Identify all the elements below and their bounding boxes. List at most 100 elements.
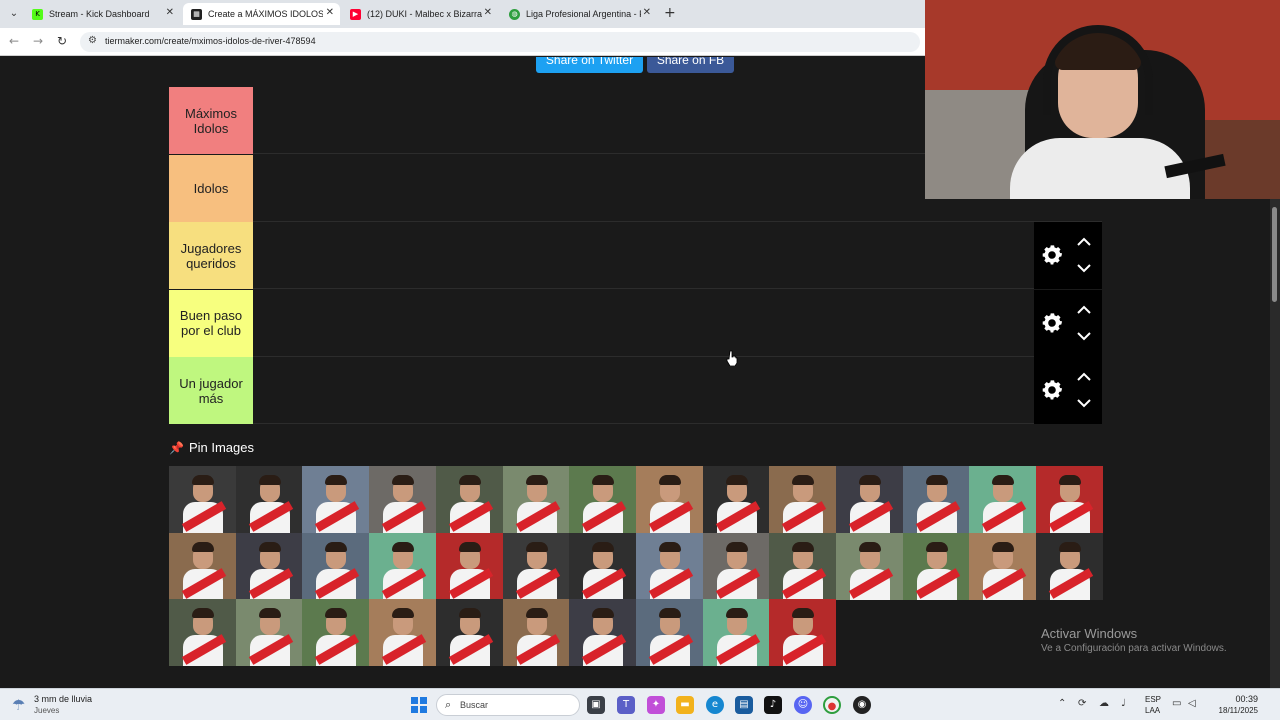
player-image[interactable] — [969, 466, 1037, 533]
player-image[interactable] — [635, 532, 703, 600]
windows-start-icon[interactable] — [411, 697, 427, 713]
copilot-icon[interactable]: ✦ — [647, 696, 665, 714]
player-image[interactable] — [235, 466, 303, 533]
player-image[interactable] — [836, 532, 903, 600]
file-explorer-icon[interactable]: ▬ — [676, 696, 694, 714]
player-image[interactable] — [902, 466, 970, 533]
url-field[interactable]: ⚙ tiermaker.com/create/mximos-idolos-de-… — [80, 32, 920, 52]
player-image[interactable] — [235, 532, 303, 600]
close-tab-icon[interactable]: ✕ — [484, 7, 492, 18]
share-fb-button[interactable]: Share on FB — [647, 57, 734, 73]
tab-tiermaker[interactable]: ▦ Create a MÁXIMOS IDOLOS DE ✕ — [183, 3, 340, 25]
player-image[interactable] — [569, 466, 637, 533]
player-image[interactable] — [369, 532, 437, 600]
store-icon[interactable]: ▤ — [735, 696, 753, 714]
keyboard-layout[interactable]: LAA — [1145, 706, 1160, 715]
player-image[interactable] — [635, 599, 703, 666]
clock-date[interactable]: 18/11/2025 — [1206, 706, 1258, 715]
tab-search-chevron-icon[interactable]: ⌄ — [6, 6, 22, 22]
move-up-chevron-icon[interactable] — [1076, 304, 1092, 316]
gear-icon[interactable] — [1040, 378, 1064, 402]
tier-label[interactable]: Buen paso por el club — [169, 289, 253, 357]
move-down-chevron-icon[interactable] — [1076, 330, 1092, 342]
player-image[interactable] — [435, 599, 503, 666]
scrollbar-thumb[interactable] — [1272, 207, 1277, 302]
player-image[interactable] — [702, 466, 770, 533]
player-image[interactable] — [569, 532, 637, 600]
tier-drop-zone[interactable] — [253, 155, 1034, 222]
teams-icon[interactable]: T — [617, 696, 635, 714]
tier-drop-zone[interactable] — [253, 87, 1034, 154]
player-image[interactable] — [369, 466, 437, 533]
player-image[interactable] — [702, 599, 770, 666]
move-up-chevron-icon[interactable] — [1076, 236, 1092, 248]
player-image[interactable] — [369, 599, 437, 666]
player-image[interactable] — [635, 466, 703, 533]
player-image[interactable] — [1036, 532, 1104, 600]
rain-weather-icon[interactable]: ☂ — [12, 696, 25, 714]
tab-liga-profesional[interactable]: ◍ Liga Profesional Argentina - PC ✕ — [501, 3, 657, 25]
tier-drop-zone[interactable] — [253, 290, 1034, 357]
player-image[interactable] — [435, 532, 503, 600]
discord-icon[interactable]: ☺ — [794, 696, 812, 714]
tier-label[interactable]: Máximos Idolos — [169, 87, 253, 154]
player-image[interactable] — [169, 466, 236, 533]
tier-label[interactable]: Idolos — [169, 154, 253, 222]
tab-youtube-duki[interactable]: ▶ (12) DUKI - Malbec x Bizarrap ✕ — [342, 3, 498, 25]
player-image[interactable] — [302, 532, 370, 600]
player-image[interactable] — [502, 466, 570, 533]
gear-icon[interactable] — [1040, 243, 1064, 267]
task-view-icon[interactable]: ▣ — [587, 696, 605, 714]
network-icon[interactable]: ▭ — [1172, 698, 1181, 709]
obs-icon[interactable]: ◉ — [853, 696, 871, 714]
close-tab-icon[interactable]: ✕ — [326, 7, 334, 18]
player-image[interactable] — [435, 466, 503, 533]
microphone-icon[interactable]: ♩ — [1121, 698, 1126, 709]
site-info-icon[interactable]: ⚙ — [88, 35, 97, 46]
player-image[interactable] — [769, 599, 837, 666]
clock-time[interactable]: 00:39 — [1218, 694, 1258, 704]
player-image[interactable] — [502, 599, 570, 666]
move-down-chevron-icon[interactable] — [1076, 397, 1092, 409]
player-image[interactable] — [769, 532, 837, 600]
player-image[interactable] — [302, 599, 370, 666]
share-twitter-button[interactable]: Share on Twitter — [536, 57, 643, 73]
tier-drop-zone[interactable] — [253, 222, 1034, 289]
player-image[interactable] — [569, 599, 637, 666]
player-image[interactable] — [702, 532, 770, 600]
reload-icon[interactable]: ↻ — [57, 34, 67, 48]
forward-arrow-icon[interactable]: → — [33, 34, 43, 48]
close-tab-icon[interactable]: ✕ — [166, 7, 174, 18]
close-tab-icon[interactable]: ✕ — [643, 7, 651, 18]
taskbar-search-input[interactable]: ⌕ Buscar — [436, 694, 580, 716]
back-arrow-icon[interactable]: ← — [9, 34, 19, 48]
chrome-icon[interactable]: ● — [823, 696, 841, 714]
player-image[interactable] — [169, 599, 236, 666]
volume-icon[interactable]: ◁ — [1188, 698, 1196, 709]
cloud-icon[interactable]: ☁ — [1099, 698, 1109, 709]
tray-chevron-up-icon[interactable]: ⌃ — [1058, 698, 1066, 709]
weather-summary[interactable]: 3 mm de lluvia — [34, 694, 92, 704]
player-image[interactable] — [902, 532, 970, 600]
player-image[interactable] — [1036, 466, 1104, 533]
player-image[interactable] — [235, 599, 303, 666]
sync-icon[interactable]: ⟳ — [1078, 698, 1086, 709]
new-tab-plus-icon[interactable]: + — [664, 5, 676, 21]
player-image[interactable] — [969, 532, 1037, 600]
tier-drop-zone[interactable] — [253, 357, 1034, 424]
player-image[interactable] — [302, 466, 370, 533]
player-image[interactable] — [836, 466, 903, 533]
keyboard-language[interactable]: ESP — [1145, 695, 1161, 704]
tier-label[interactable]: Jugadores queridos — [169, 222, 253, 289]
pin-images-toggle[interactable]: 📌 Pin Images — [169, 440, 254, 455]
player-image[interactable] — [169, 532, 236, 600]
tier-label[interactable]: Un jugador más — [169, 357, 253, 424]
player-image[interactable] — [769, 466, 837, 533]
edge-icon[interactable]: e — [706, 696, 724, 714]
move-up-chevron-icon[interactable] — [1076, 371, 1092, 383]
gear-icon[interactable] — [1040, 311, 1064, 335]
tiktok-icon[interactable]: ♪ — [764, 696, 782, 714]
player-image[interactable] — [502, 532, 570, 600]
move-down-chevron-icon[interactable] — [1076, 262, 1092, 274]
tab-kick-dashboard[interactable]: K Stream - Kick Dashboard ✕ — [24, 3, 180, 25]
